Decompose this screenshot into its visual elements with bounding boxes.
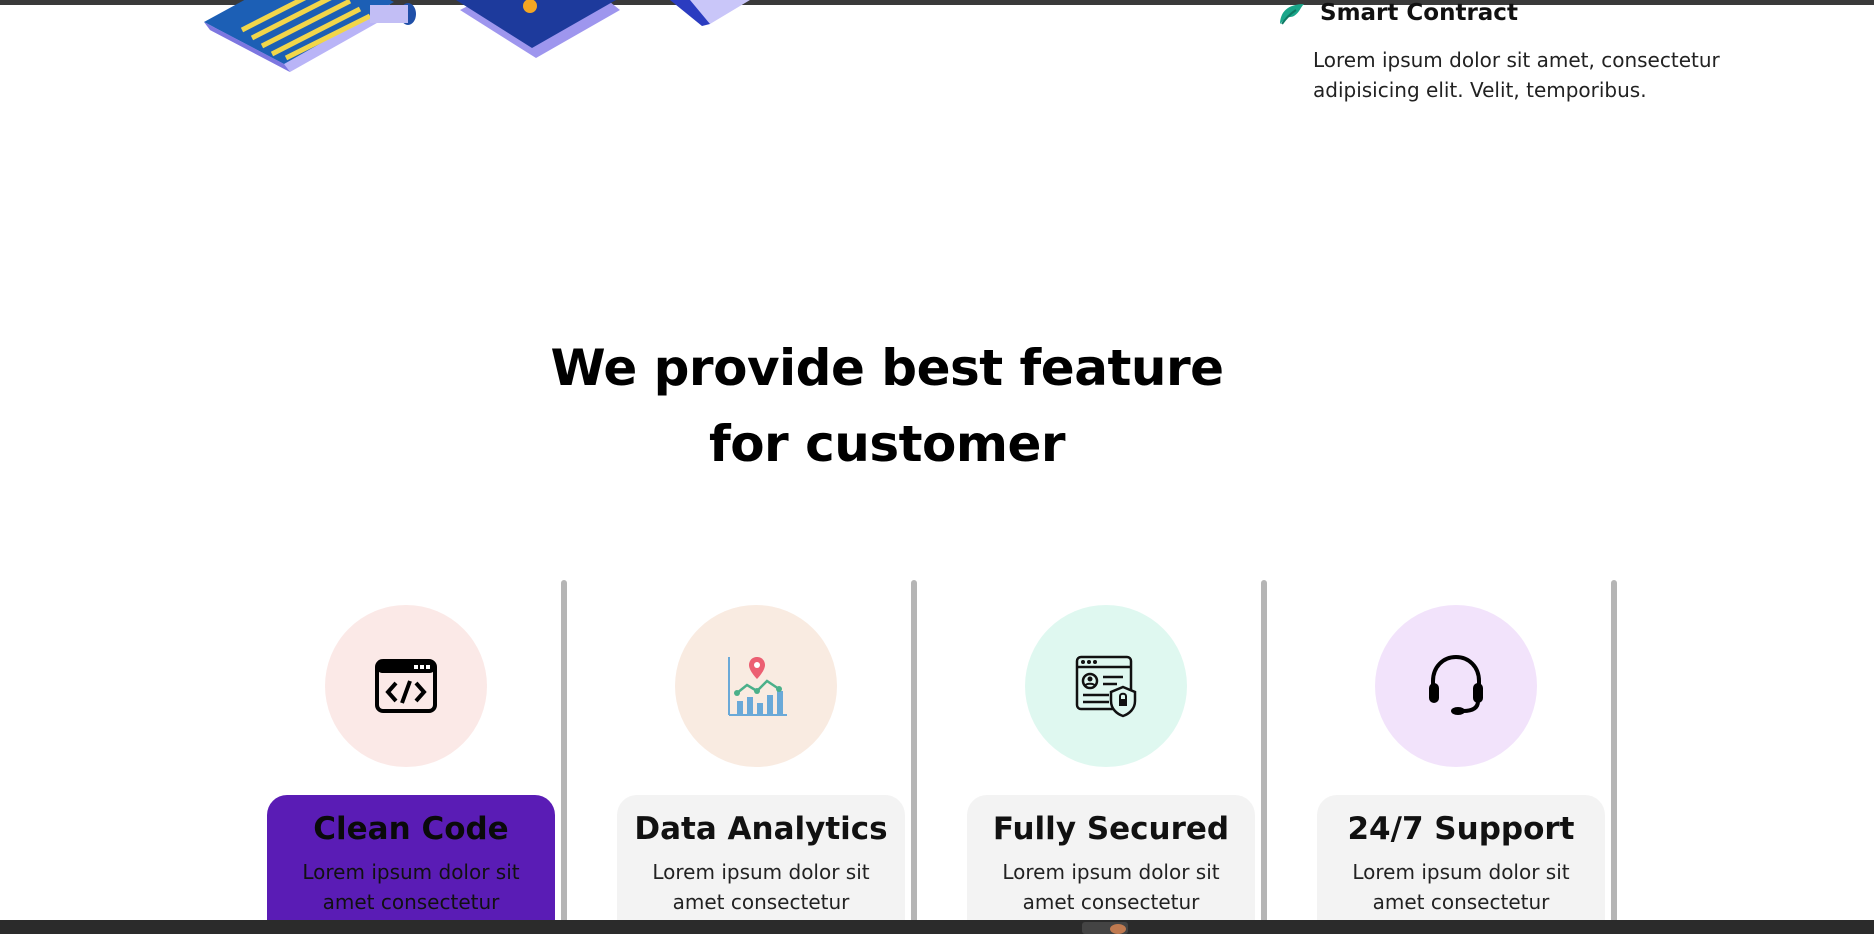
card-panel: Fully Secured Lorem ipsum dolor sit amet… bbox=[967, 795, 1255, 934]
smart-contract-description: Lorem ipsum dolor sit amet, consectetur … bbox=[1313, 48, 1720, 102]
card-divider bbox=[911, 580, 917, 934]
card-description: Lorem ipsum dolor sit amet consectetur bbox=[1352, 860, 1570, 914]
icon-circle bbox=[675, 605, 837, 767]
icon-circle bbox=[1025, 605, 1187, 767]
section-title: We provide best feature for customer bbox=[0, 330, 1874, 482]
smart-contract-title: Smart Contract bbox=[1320, 0, 1518, 26]
card-divider bbox=[1261, 580, 1267, 934]
card-panel: Clean Code Lorem ipsum dolor sit amet co… bbox=[267, 795, 555, 934]
card-title: Data Analytics bbox=[634, 811, 888, 847]
code-window-icon bbox=[375, 659, 437, 713]
avatar[interactable] bbox=[1110, 924, 1126, 934]
feature-card-24-7-support[interactable]: 24/7 Support Lorem ipsum dolor sit amet … bbox=[1317, 580, 1617, 934]
card-description: Lorem ipsum dolor sit amet consectetur bbox=[652, 860, 870, 914]
isometric-illustration bbox=[204, 0, 750, 72]
feature-card-data-analytics[interactable]: Data Analytics Lorem ipsum dolor sit ame… bbox=[617, 580, 917, 934]
card-title: Clean Code bbox=[313, 811, 509, 847]
card-divider bbox=[1611, 580, 1617, 934]
secure-profile-icon bbox=[1075, 655, 1137, 718]
card-description: Lorem ipsum dolor sit amet consectetur bbox=[302, 860, 520, 914]
card-panel: Data Analytics Lorem ipsum dolor sit ame… bbox=[617, 795, 905, 934]
card-title: Fully Secured bbox=[992, 811, 1230, 847]
feature-card-clean-code[interactable]: Clean Code Lorem ipsum dolor sit amet co… bbox=[267, 580, 567, 934]
analytics-chart-icon bbox=[728, 657, 787, 716]
feature-card-fully-secured[interactable]: Fully Secured Lorem ipsum dolor sit amet… bbox=[967, 580, 1267, 934]
card-divider bbox=[561, 580, 567, 934]
browser-bottom-bar bbox=[0, 920, 1874, 934]
card-title: 24/7 Support bbox=[1347, 811, 1575, 847]
card-panel: 24/7 Support Lorem ipsum dolor sit amet … bbox=[1317, 795, 1605, 934]
leaf-icon bbox=[1280, 4, 1304, 25]
section-title-line2: for customer bbox=[708, 415, 1066, 473]
icon-circle bbox=[325, 605, 487, 767]
headset-icon bbox=[1429, 654, 1483, 715]
icon-circle bbox=[1375, 605, 1537, 767]
section-title-line1: We provide best feature bbox=[550, 339, 1224, 397]
card-description: Lorem ipsum dolor sit amet consectetur bbox=[1002, 860, 1220, 914]
